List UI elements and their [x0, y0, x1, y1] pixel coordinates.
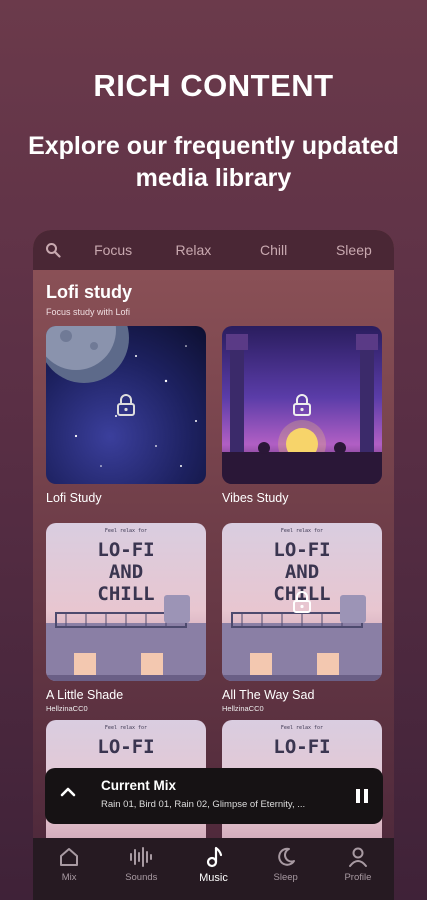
art-caption: Feel relax for [280, 725, 324, 731]
art-caption: Feel relax for [104, 725, 148, 731]
hero-subtitle: Explore our frequently updated media lib… [28, 132, 399, 192]
art-text-line: LO-FI [97, 736, 155, 758]
art-text-line: LO-FI [273, 736, 331, 758]
lock-icon [293, 394, 311, 416]
player-subtitle: Rain 01, Bird 01, Rain 02, Glimpse of Et… [101, 799, 306, 810]
media-card-vibes-study[interactable]: Vibes Study [222, 326, 382, 505]
cover-art: Feel relax for LO-FI AND CHILL [222, 523, 382, 681]
tab-sleep[interactable]: Sleep [314, 242, 394, 258]
tab-relax[interactable]: Relax [153, 242, 233, 258]
card-artist: HellzinaCC0 [46, 704, 88, 713]
lock-icon [293, 591, 311, 613]
media-card-a-little-shade[interactable]: Feel relax for LO-FI AND CHILL A Little … [46, 523, 206, 713]
nav-item-music[interactable]: Music [177, 838, 249, 900]
nav-item-profile[interactable]: Profile [322, 838, 394, 900]
nav-label: Profile [344, 872, 372, 883]
card-title: All The Way Sad [222, 688, 315, 702]
media-card-all-the-way-sad[interactable]: Feel relax for LO-FI AND CHILL All The W… [222, 523, 382, 713]
app-screen: Focus Relax Chill Sleep Lofi study Focus… [33, 230, 394, 900]
tab-chill[interactable]: Chill [234, 242, 314, 258]
category-tabs: Focus Relax Chill Sleep [33, 230, 394, 270]
cover-art: Feel relax for LO-FI AND CHILL [46, 523, 206, 681]
player-title: Current Mix [101, 778, 177, 793]
card-artist: HellzinaCC0 [222, 704, 264, 713]
chevron-up-icon[interactable] [59, 786, 77, 798]
card-title: A Little Shade [46, 688, 124, 702]
pause-icon[interactable] [355, 788, 369, 804]
nav-label: Sounds [125, 872, 158, 883]
cover-art [46, 326, 206, 484]
nav-label: Music [199, 872, 228, 884]
home-icon [60, 848, 79, 866]
hero-title: RICH CONTENT [93, 68, 334, 103]
card-title: Vibes Study [222, 491, 289, 505]
mini-player[interactable]: Current Mix Rain 01, Bird 01, Rain 02, G… [45, 768, 383, 824]
nav-item-sleep[interactable]: Sleep [250, 838, 322, 900]
section-subtitle: Focus study with Lofi [46, 307, 131, 317]
nav-item-mix[interactable]: Mix [33, 838, 105, 900]
cover-art [222, 326, 382, 484]
nav-label: Sleep [273, 872, 298, 883]
search-icon [46, 243, 61, 258]
lock-icon [117, 394, 135, 416]
search-button[interactable] [33, 230, 73, 270]
music-note-icon [206, 846, 222, 868]
media-card-lofi-study[interactable]: Lofi Study [46, 326, 206, 505]
card-title: Lofi Study [46, 491, 102, 505]
bottom-nav: Mix Sounds Music Sleep Profile [33, 838, 394, 900]
waveform-icon [130, 847, 153, 867]
nav-label: Mix [61, 872, 77, 883]
section-title: Lofi study [46, 282, 132, 302]
moon-icon [277, 847, 295, 866]
nav-item-sounds[interactable]: Sounds [105, 838, 177, 900]
profile-icon [348, 847, 367, 867]
tab-focus[interactable]: Focus [73, 242, 153, 258]
